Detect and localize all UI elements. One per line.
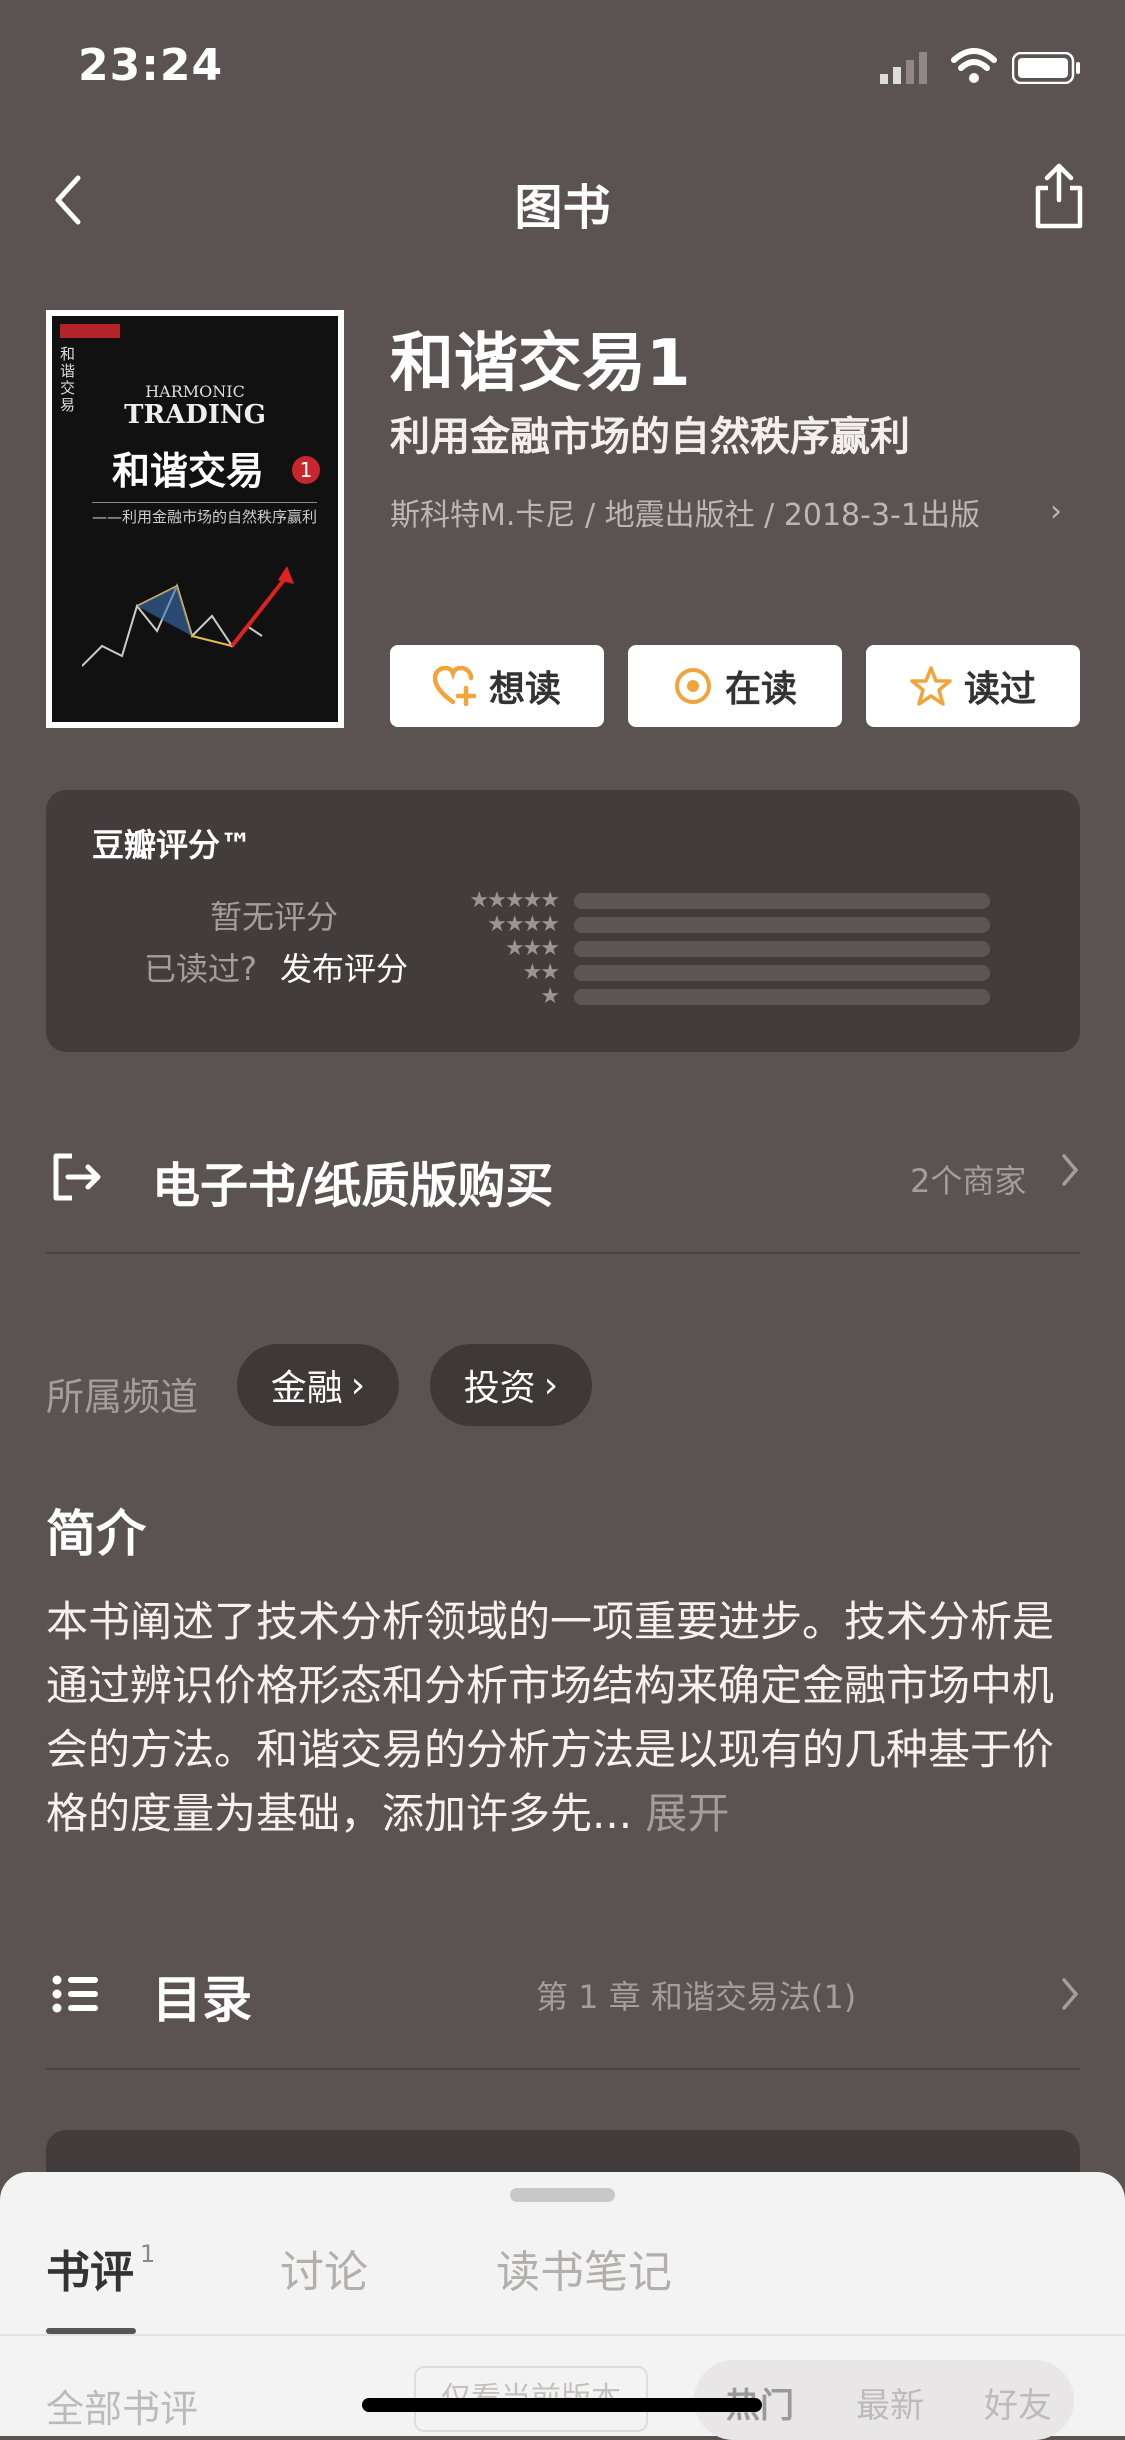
reading-button[interactable]: 在读 bbox=[628, 645, 842, 727]
book-cover[interactable]: 和谐交易 HARMONIC TRADING 和谐交易 1 ——利用金融市场的自然… bbox=[46, 310, 344, 728]
divider bbox=[46, 1252, 1080, 1254]
sort-newest[interactable]: 最新 bbox=[856, 2378, 924, 2427]
heart-plus-icon bbox=[432, 666, 477, 706]
share-icon[interactable] bbox=[1030, 160, 1088, 232]
sort-friends[interactable]: 好友 bbox=[984, 2378, 1052, 2427]
divider bbox=[46, 2068, 1080, 2070]
star-row-2: ★★ bbox=[522, 960, 560, 985]
page-title: 图书 bbox=[514, 180, 611, 236]
chevron-right-icon[interactable] bbox=[1058, 1150, 1082, 1190]
wifi-icon bbox=[951, 48, 997, 83]
star-row-3: ★★★ bbox=[504, 936, 560, 961]
cover-number-badge: 1 bbox=[292, 456, 320, 484]
channel-chip-invest[interactable]: 投资 › bbox=[430, 1344, 592, 1426]
rating-bar-1 bbox=[574, 989, 990, 1005]
exit-arrow-icon bbox=[53, 1153, 101, 1201]
reading-label: 在读 bbox=[724, 669, 797, 710]
rating-bar-5 bbox=[574, 893, 990, 909]
channels-label: 所属频道 bbox=[46, 1375, 199, 1419]
chevron-right-icon[interactable]: › bbox=[1050, 494, 1062, 529]
sheet-drag-handle[interactable] bbox=[510, 2188, 615, 2202]
divider bbox=[0, 2334, 1125, 2336]
post-rating-link[interactable]: 发布评分 bbox=[280, 944, 408, 990]
review-count-badge: 1 bbox=[140, 2240, 156, 2268]
want-to-read-button[interactable]: 想读 bbox=[390, 645, 604, 727]
no-rating-text: 暂无评分 bbox=[210, 898, 339, 936]
have-read-button[interactable]: 读过 bbox=[866, 645, 1080, 727]
merchant-count[interactable]: 2个商家 bbox=[910, 1156, 1026, 1202]
book-meta[interactable]: 斯科特M.卡尼 / 地震出版社 / 2018-3-1出版 bbox=[390, 490, 980, 534]
expand-link[interactable]: 展开 bbox=[645, 1789, 729, 1838]
rating-bar-2 bbox=[574, 965, 990, 981]
star-row-4: ★★★★ bbox=[487, 912, 560, 937]
channel-chip-finance[interactable]: 金融 › bbox=[237, 1344, 399, 1426]
target-icon bbox=[674, 668, 711, 704]
chevron-right-icon[interactable] bbox=[1058, 1974, 1082, 2014]
cover-subtitle: ——利用金融市场的自然秩序赢利 bbox=[92, 502, 318, 527]
tab-discussion[interactable]: 讨论 bbox=[280, 2236, 368, 2300]
cover-en-line1: HARMONIC bbox=[145, 382, 245, 401]
tab-reading-notes[interactable]: 读书笔记 bbox=[496, 2236, 672, 2300]
channel-chip-label: 投资 bbox=[463, 1368, 536, 1409]
want-to-read-label: 想读 bbox=[488, 669, 561, 710]
tab-reviews[interactable]: 书评 bbox=[46, 2236, 134, 2300]
ebook-purchase-label[interactable]: 电子书/纸质版购买 bbox=[152, 1146, 554, 1216]
intro-body: 本书阐述了技术分析领域的一项重要进步。技术分析是通过辨识价格形态和分析市场结构来… bbox=[46, 1597, 1055, 1838]
read-prompt-text: 已读过? bbox=[144, 950, 257, 988]
intro-text: 本书阐述了技术分析领域的一项重要进步。技术分析是通过辨识价格形态和分析市场结构来… bbox=[46, 1590, 1086, 1846]
cover-chart-illustration bbox=[82, 566, 294, 667]
rating-bar-3 bbox=[574, 941, 990, 957]
chevron-right-icon: › bbox=[350, 1364, 366, 1406]
cover-en-line2: TRADING bbox=[124, 400, 266, 430]
home-indicator[interactable] bbox=[362, 2398, 762, 2412]
have-read-label: 读过 bbox=[963, 669, 1036, 710]
book-subtitle: 利用金融市场的自然秩序赢利 bbox=[390, 414, 910, 460]
toc-label[interactable]: 目录 bbox=[152, 1960, 252, 2032]
cover-cn-title: 和谐交易 bbox=[112, 448, 265, 493]
all-reviews-label: 全部书评 bbox=[46, 2387, 199, 2431]
signal-icon bbox=[880, 52, 927, 84]
chevron-right-icon: › bbox=[543, 1364, 559, 1406]
cover-publisher-badge bbox=[60, 324, 120, 338]
star-outline-icon bbox=[910, 666, 952, 706]
star-row-5: ★★★★★ bbox=[469, 888, 560, 913]
rating-title: 豆瓣评分™ bbox=[92, 826, 253, 864]
list-icon bbox=[52, 1975, 98, 2013]
toc-first-chapter[interactable]: 第 1 章 和谐交易法(1) bbox=[536, 1972, 856, 2018]
battery-icon bbox=[1012, 52, 1080, 84]
book-title: 和谐交易1 bbox=[390, 327, 691, 401]
channel-chip-label: 金融 bbox=[270, 1368, 343, 1409]
star-row-1: ★ bbox=[540, 984, 560, 1009]
intro-title: 简介 bbox=[46, 1505, 146, 1563]
rating-bar-4 bbox=[574, 917, 990, 933]
status-time: 23:24 bbox=[78, 40, 224, 91]
